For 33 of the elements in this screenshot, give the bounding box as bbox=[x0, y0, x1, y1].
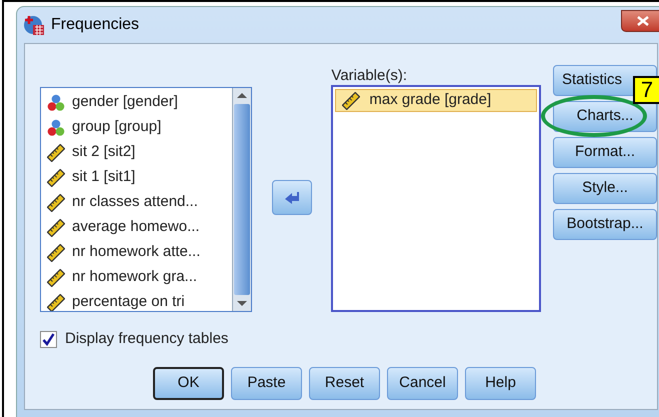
list-item[interactable]: average homewo... bbox=[47, 215, 232, 240]
scrollbar[interactable] bbox=[232, 88, 251, 311]
checkmark-icon bbox=[42, 332, 55, 346]
close-icon bbox=[637, 16, 649, 26]
dialog-button[interactable]: OK bbox=[153, 366, 224, 400]
list-item[interactable]: sit 1 [sit1] bbox=[47, 165, 232, 190]
dialog-button[interactable]: Format... bbox=[553, 137, 657, 168]
list-item[interactable]: group [group] bbox=[47, 115, 232, 140]
list-item[interactable]: sit 2 [sit2] bbox=[47, 140, 232, 165]
list-item[interactable]: max grade [grade] bbox=[335, 89, 537, 112]
dialog-button[interactable]: Help bbox=[465, 366, 536, 400]
dialog-button[interactable]: Paste bbox=[231, 366, 302, 400]
dialog-button[interactable]: Reset bbox=[309, 366, 380, 400]
arrow-left-icon bbox=[282, 190, 300, 206]
list-item[interactable]: nr classes attend... bbox=[47, 190, 232, 215]
dialog-button[interactable]: Cancel bbox=[387, 366, 458, 400]
dialog-button[interactable]: Bootstrap... bbox=[553, 209, 657, 240]
variables-label: Variable(s): bbox=[331, 66, 408, 85]
list-item[interactable]: gender [gender] bbox=[47, 90, 232, 115]
nominal-variable-icon bbox=[47, 118, 65, 136]
list-item[interactable]: percentage on tri bbox=[47, 290, 232, 311]
step-number-tooltip: 7 bbox=[633, 76, 659, 104]
dialog-button[interactable]: Style... bbox=[553, 173, 657, 204]
checkbox[interactable] bbox=[40, 330, 57, 348]
nominal-variable-icon bbox=[47, 94, 65, 112]
checkbox-label: Display frequency tables bbox=[65, 329, 228, 349]
frequencies-app-icon bbox=[23, 14, 45, 36]
list-item[interactable]: nr homework gra... bbox=[47, 265, 232, 290]
dialog-button[interactable]: Charts... bbox=[553, 101, 657, 132]
window-title: Frequencies bbox=[51, 15, 140, 35]
close-button[interactable] bbox=[621, 10, 659, 32]
list-item[interactable]: nr homework atte... bbox=[47, 240, 232, 265]
move-variable-button[interactable] bbox=[272, 180, 312, 215]
